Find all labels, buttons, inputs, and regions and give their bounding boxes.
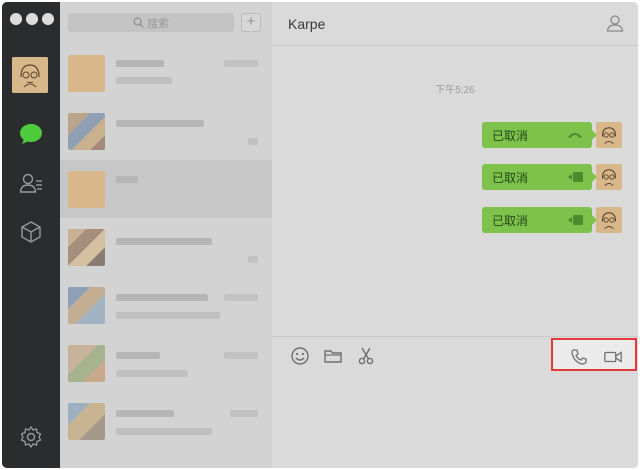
chat-title: Karpe: [288, 16, 326, 32]
add-chat-button[interactable]: +: [241, 13, 261, 32]
redacted-preview: [116, 77, 172, 84]
gear-icon[interactable]: [19, 425, 43, 449]
phone-call-icon[interactable]: [569, 347, 589, 367]
redacted-preview: [116, 428, 212, 435]
message-avatar: [596, 122, 622, 148]
redacted-name: [116, 238, 212, 245]
cube-icon[interactable]: [19, 220, 43, 244]
redacted-preview: [116, 370, 188, 377]
conversation-avatar: [68, 55, 105, 92]
search-placeholder: 搜索: [147, 17, 169, 30]
conversation-list: 搜索 +: [60, 2, 272, 468]
conversation-avatar: [68, 345, 105, 382]
minimize-window-button[interactable]: [26, 13, 38, 25]
conversation-item[interactable]: [60, 218, 272, 276]
redacted-name: [116, 120, 204, 127]
redacted-time: [224, 294, 258, 301]
chat-panel: Karpe 下午5:26 已取消 已取消 已取消: [272, 2, 638, 468]
wechat-window: 搜索 + Karpe 下午5:26 已取消 已取消 已取消: [2, 2, 638, 468]
avatar-sketch-icon: [601, 212, 617, 230]
avatar-sketch-icon: [601, 169, 617, 187]
video-call-icon[interactable]: [603, 347, 623, 367]
conversation-item[interactable]: [60, 44, 272, 102]
message-text: 已取消: [492, 170, 529, 185]
message-bubble[interactable]: 已取消: [482, 122, 597, 148]
avatar-sketch-icon: [12, 57, 48, 93]
emoji-icon[interactable]: [290, 346, 310, 366]
conversation-item[interactable]: [60, 334, 272, 392]
folder-icon[interactable]: [323, 346, 343, 366]
redacted-badge: [248, 138, 258, 145]
redacted-time: [224, 60, 258, 67]
conversation-item-active[interactable]: [60, 160, 272, 218]
call-buttons-highlight: [551, 338, 637, 371]
redacted-time: [230, 410, 258, 417]
zoom-window-button[interactable]: [42, 13, 54, 25]
message-avatar: [596, 207, 622, 233]
message-bubble[interactable]: 已取消: [482, 207, 597, 233]
contacts-icon[interactable]: [19, 171, 43, 195]
search-icon: [133, 17, 144, 28]
video-icon: [568, 172, 583, 182]
avatar-sketch-icon: [601, 127, 617, 145]
redacted-name: [116, 410, 174, 417]
conversation-avatar: [68, 113, 105, 150]
video-icon: [568, 215, 583, 225]
message-text: 已取消: [492, 128, 529, 143]
conversation-avatar: [68, 171, 105, 208]
phone-icon: [568, 133, 582, 138]
user-avatar[interactable]: [12, 57, 48, 93]
redacted-time: [224, 352, 258, 359]
redacted-name: [116, 60, 164, 67]
chat-bubble-icon[interactable]: [19, 122, 43, 146]
sidebar: [2, 2, 60, 468]
redacted-badge: [248, 256, 258, 263]
conversation-avatar: [68, 229, 105, 266]
conversation-item[interactable]: [60, 392, 272, 450]
message-timestamp: 下午5:26: [435, 85, 475, 96]
input-divider: [272, 336, 638, 337]
profile-icon[interactable]: [606, 14, 624, 32]
scissors-icon[interactable]: [356, 346, 376, 366]
message-text: 已取消: [492, 213, 529, 228]
conversation-item[interactable]: [60, 276, 272, 334]
header-divider: [272, 45, 638, 46]
redacted-preview: [116, 312, 220, 319]
close-window-button[interactable]: [10, 13, 22, 25]
redacted-name: [116, 294, 208, 301]
search-input[interactable]: 搜索: [68, 13, 234, 32]
redacted-name: [116, 176, 138, 183]
redacted-name: [116, 352, 160, 359]
conversation-avatar: [68, 287, 105, 324]
conversation-item[interactable]: [60, 102, 272, 160]
message-bubble[interactable]: 已取消: [482, 164, 597, 190]
message-avatar: [596, 164, 622, 190]
conversation-avatar: [68, 403, 105, 440]
